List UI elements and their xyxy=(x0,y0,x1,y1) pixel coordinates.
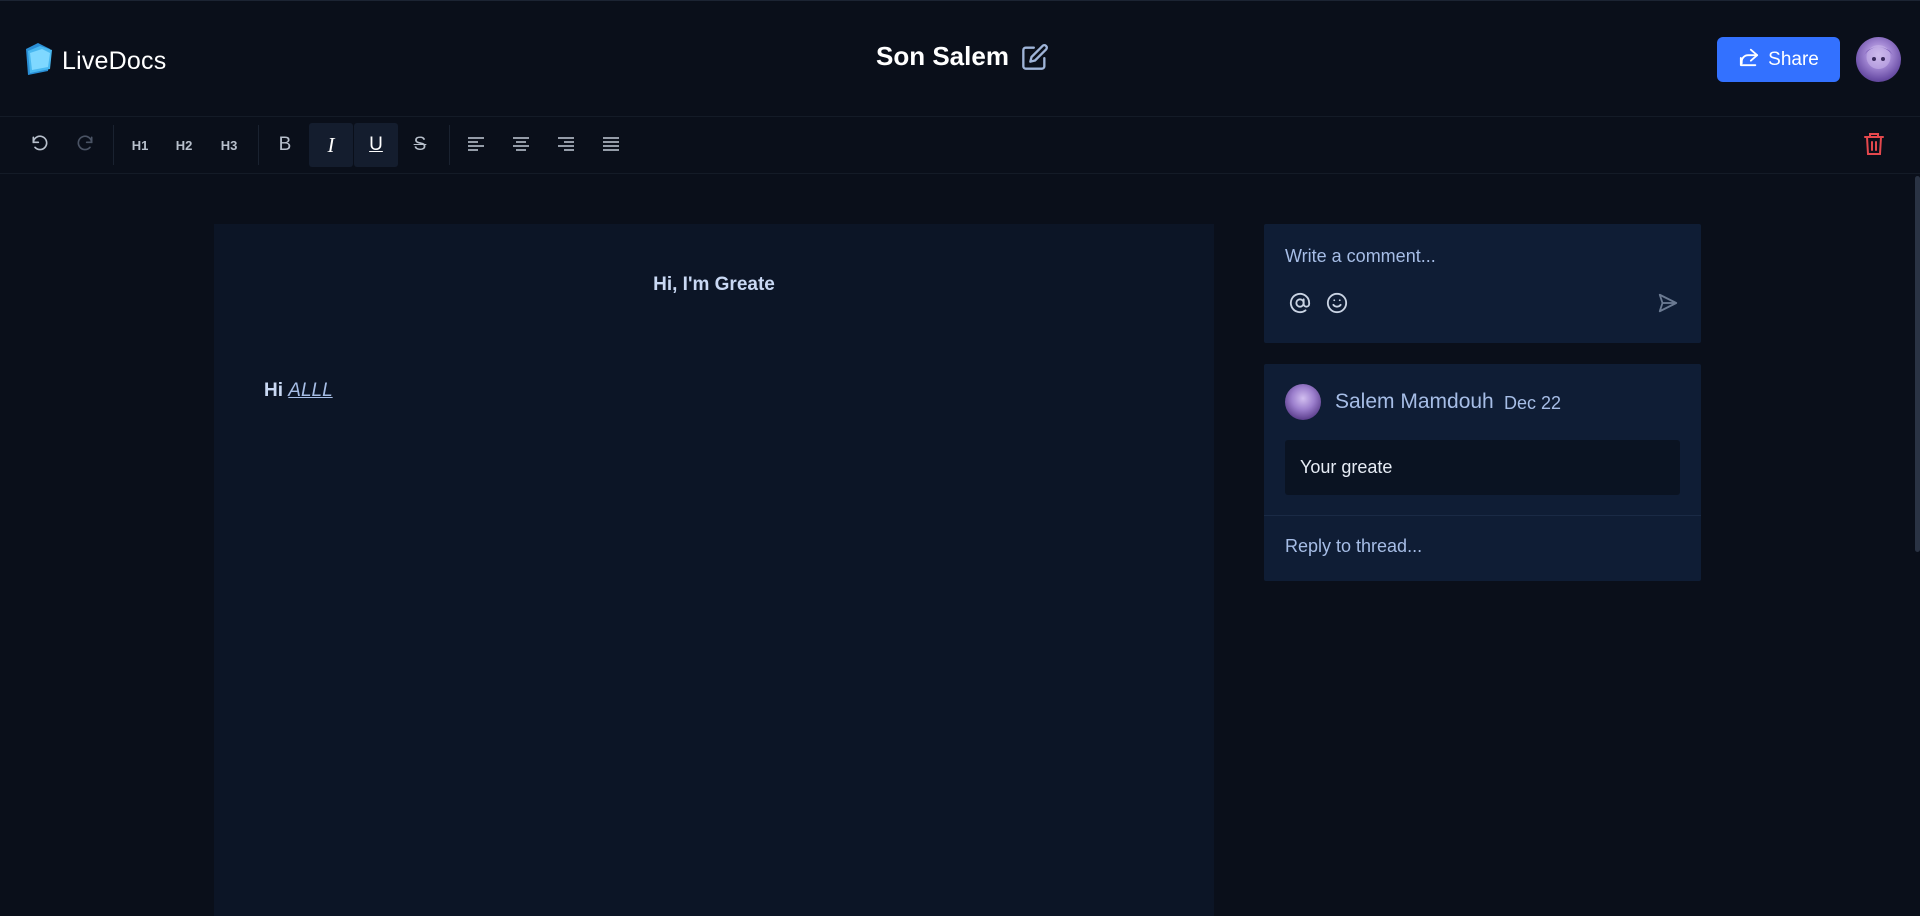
redo-button[interactable] xyxy=(63,123,107,167)
comment-text: Your greate xyxy=(1300,457,1393,477)
share-button[interactable]: Share xyxy=(1717,37,1840,82)
redo-icon xyxy=(75,134,95,157)
italic-button[interactable]: I xyxy=(309,123,353,167)
comment-date: Dec 22 xyxy=(1504,393,1562,413)
heading-1-button[interactable]: H1 xyxy=(118,123,162,167)
heading-2-button[interactable]: H2 xyxy=(162,123,206,167)
comment-author: Salem Mamdouh xyxy=(1335,390,1494,413)
align-center-button[interactable] xyxy=(499,123,543,167)
document-title-group: Son Salem xyxy=(876,41,1049,72)
scrollbar-thumb[interactable] xyxy=(1915,176,1920,552)
trash-icon xyxy=(1862,133,1886,161)
document-title[interactable]: Son Salem xyxy=(876,41,1009,72)
edit-icon[interactable] xyxy=(1021,43,1049,71)
toolbar-divider xyxy=(449,125,450,165)
share-icon xyxy=(1738,47,1760,73)
undo-icon xyxy=(30,134,50,157)
app-logo[interactable]: LiveDocs xyxy=(22,41,166,82)
comment-input[interactable]: Write a comment... xyxy=(1285,246,1665,267)
align-left-button[interactable] xyxy=(454,123,498,167)
delete-document-button[interactable] xyxy=(1862,131,1886,162)
user-avatar[interactable] xyxy=(1856,37,1901,82)
strikethrough-button[interactable]: S xyxy=(398,123,442,167)
paragraph-emphasis: ALLL xyxy=(288,380,333,401)
toolbar-divider xyxy=(113,125,114,165)
comment-thread: Salem Mamdouh Dec 22 Your greate Reply t… xyxy=(1264,364,1701,581)
emoji-icon[interactable] xyxy=(1326,292,1348,319)
align-right-icon xyxy=(557,136,575,155)
document-paragraph[interactable]: Hi ALLL xyxy=(264,380,333,402)
thread-divider xyxy=(1264,515,1701,516)
send-icon[interactable] xyxy=(1657,292,1679,319)
heading-3-button[interactable]: H3 xyxy=(207,123,251,167)
comment-author-avatar xyxy=(1285,384,1321,420)
align-left-icon xyxy=(467,136,485,155)
align-justify-button[interactable] xyxy=(589,123,633,167)
app-name: LiveDocs xyxy=(62,47,167,75)
mention-icon[interactable] xyxy=(1289,292,1311,319)
formatting-toolbar: H1 H2 H3 B I U S xyxy=(0,117,1920,174)
comment-body[interactable]: Your greate xyxy=(1285,440,1680,495)
folder-icon xyxy=(22,41,54,82)
align-center-icon xyxy=(512,136,530,155)
paragraph-text: Hi xyxy=(264,380,289,401)
document-page[interactable]: Hi, I'm Greate Hi ALLL xyxy=(214,224,1214,916)
toolbar-divider xyxy=(258,125,259,165)
document-heading[interactable]: Hi, I'm Greate xyxy=(214,274,1214,296)
share-label: Share xyxy=(1768,48,1819,70)
bold-button[interactable]: B xyxy=(263,123,307,167)
align-right-button[interactable] xyxy=(544,123,588,167)
top-bar: LiveDocs Son Salem Share xyxy=(0,0,1920,117)
comment-composer: Write a comment... xyxy=(1264,224,1701,343)
align-justify-icon xyxy=(602,136,620,155)
reply-input[interactable]: Reply to thread... xyxy=(1285,536,1422,557)
undo-button[interactable] xyxy=(18,123,62,167)
underline-button[interactable]: U xyxy=(354,123,398,167)
